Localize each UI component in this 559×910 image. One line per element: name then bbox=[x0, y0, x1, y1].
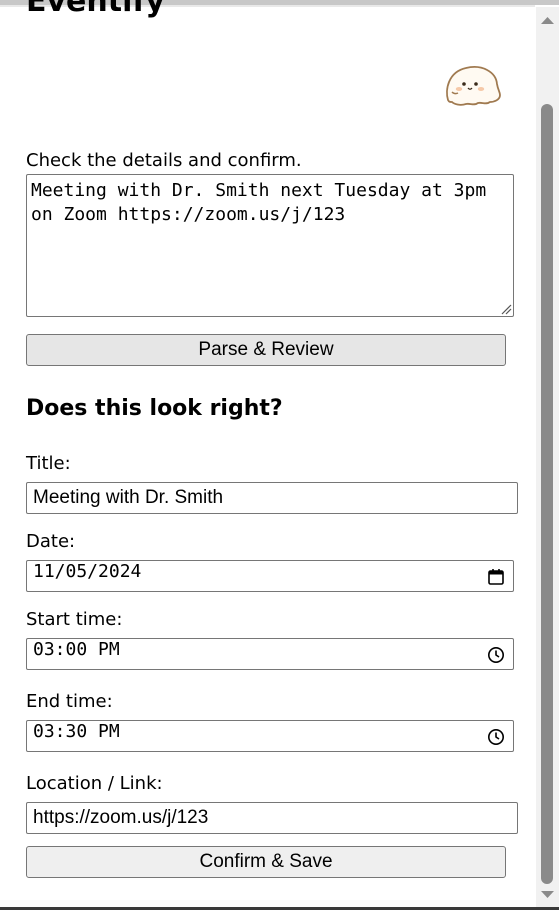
location-label: Location / Link: bbox=[26, 773, 163, 794]
date-value: 11/05/2024 bbox=[33, 561, 142, 582]
confirm-save-button[interactable]: Confirm & Save bbox=[26, 846, 506, 878]
calendar-icon[interactable] bbox=[487, 568, 505, 586]
end-time-field[interactable]: 03:30 PM bbox=[26, 720, 514, 752]
ghost-mascot-icon bbox=[446, 66, 501, 106]
resize-grip-icon[interactable] bbox=[499, 302, 512, 315]
parse-review-button[interactable]: Parse & Review bbox=[26, 334, 506, 366]
app-title: Eventify bbox=[26, 0, 165, 19]
start-time-field[interactable]: 03:00 PM bbox=[26, 638, 514, 670]
event-description-input[interactable]: Meeting with Dr. Smith next Tuesday at 3… bbox=[26, 174, 514, 317]
clock-icon[interactable] bbox=[487, 646, 505, 664]
scrollbar-thumb[interactable] bbox=[541, 104, 553, 884]
instruction-text: Check the details and confirm. bbox=[26, 150, 302, 171]
scroll-down-arrow-icon[interactable] bbox=[539, 889, 556, 901]
page-content: Eventify Check the details and confirm. … bbox=[0, 0, 536, 907]
end-time-label: End time: bbox=[26, 691, 113, 712]
location-field[interactable] bbox=[26, 802, 518, 834]
title-field[interactable] bbox=[26, 482, 518, 514]
start-time-label: Start time: bbox=[26, 609, 123, 630]
clock-icon[interactable] bbox=[487, 728, 505, 746]
start-time-value: 03:00 PM bbox=[33, 639, 120, 660]
date-label: Date: bbox=[26, 531, 76, 552]
end-time-value: 03:30 PM bbox=[33, 721, 120, 742]
scroll-up-arrow-icon[interactable] bbox=[539, 14, 556, 26]
review-heading: Does this look right? bbox=[26, 396, 283, 421]
title-label: Title: bbox=[26, 453, 71, 474]
date-field[interactable]: 11/05/2024 bbox=[26, 560, 514, 592]
